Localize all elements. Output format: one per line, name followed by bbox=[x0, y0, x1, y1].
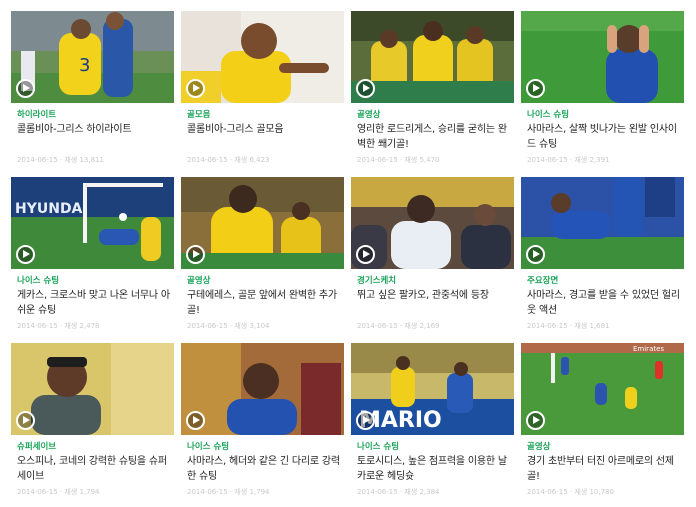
thumbnail-image bbox=[11, 343, 174, 435]
video-thumbnail[interactable] bbox=[351, 177, 514, 269]
video-card[interactable]: 골영상 영리한 로드리게스, 승리를 굳히는 완벽한 쐐기골! 2014-06-… bbox=[351, 11, 514, 169]
video-title[interactable]: 콜롬비아-그리스 골모음 bbox=[187, 122, 342, 152]
thumbnail-image bbox=[351, 11, 514, 103]
play-circle-icon[interactable] bbox=[186, 245, 205, 264]
video-category[interactable]: 나이스 슈팅 bbox=[17, 275, 172, 288]
video-meta: 2014-06-15 · 재생 2,478 bbox=[17, 322, 100, 330]
thumbnail-image bbox=[521, 11, 684, 103]
video-title[interactable]: 경기 초반부터 터진 아르메로의 선제골! bbox=[527, 454, 682, 484]
thumbnail-image bbox=[181, 343, 344, 435]
video-card[interactable]: 골모음 콜롬비아-그리스 골모음 2014-06-15 · 재생 6,423 bbox=[181, 11, 344, 169]
video-card[interactable]: MARIO 나이스 슈팅 토로시디스, 높은 점프력을 이용한 날카로운 헤딩슛… bbox=[351, 343, 514, 501]
video-card[interactable]: HYUNDAI 나이스 슈팅 게카스, 크로스바 맞고 나온 너무나 아쉬운 슈… bbox=[11, 177, 174, 335]
video-card[interactable]: 나이스 슈팅 사마라스, 헤더와 같은 긴 다리로 강력한 슈팅 2014-06… bbox=[181, 343, 344, 501]
play-circle-icon[interactable] bbox=[526, 245, 545, 264]
video-meta: 2014-06-15 · 재생 3,104 bbox=[187, 322, 270, 330]
video-title[interactable]: 사마라스, 헤더와 같은 긴 다리로 강력한 슈팅 bbox=[187, 454, 342, 484]
video-title[interactable]: 사마라스, 경고를 받을 수 있었던 헐리웃 액션 bbox=[527, 288, 682, 318]
video-category[interactable]: 주요장면 bbox=[527, 275, 682, 288]
play-circle-icon[interactable] bbox=[186, 79, 205, 98]
thumbnail-image: HYUNDAI bbox=[11, 177, 174, 269]
video-grid: 3 하이라이트 콜롬비아-그리스 하이라이트 2014-06-15 · 재생 1… bbox=[11, 11, 686, 501]
thumbnail-image bbox=[521, 177, 684, 269]
video-card[interactable]: 슈퍼세이브 오스피나, 코네의 강력한 슈팅을 슈퍼세이브 2014-06-15… bbox=[11, 343, 174, 501]
play-circle-icon[interactable] bbox=[16, 79, 35, 98]
play-circle-icon[interactable] bbox=[526, 79, 545, 98]
video-thumbnail[interactable]: HYUNDAI bbox=[11, 177, 174, 269]
video-card[interactable]: 3 하이라이트 콜롬비아-그리스 하이라이트 2014-06-15 · 재생 1… bbox=[11, 11, 174, 169]
video-card[interactable]: 경기스케치 뛰고 싶은 팔카오, 관중석에 등장 2014-06-15 · 재생… bbox=[351, 177, 514, 335]
video-meta: 2014-06-15 · 재생 2,391 bbox=[527, 156, 610, 164]
video-category[interactable]: 골영상 bbox=[527, 441, 682, 454]
video-meta: 2014-06-15 · 재생 2,169 bbox=[357, 322, 440, 330]
video-meta: 2014-06-15 · 재생 1,794 bbox=[17, 488, 100, 496]
video-title[interactable]: 콜롬비아-그리스 하이라이트 bbox=[17, 122, 172, 152]
video-meta: 2014-06-15 · 재생 10,780 bbox=[527, 488, 614, 496]
video-title[interactable]: 구테에레스, 골문 앞에서 완벽한 추가골! bbox=[187, 288, 342, 318]
video-meta: 2014-06-15 · 재생 6,423 bbox=[187, 156, 270, 164]
video-title[interactable]: 오스피나, 코네의 강력한 슈팅을 슈퍼세이브 bbox=[17, 454, 172, 484]
svg-text:3: 3 bbox=[79, 55, 90, 76]
play-circle-icon[interactable] bbox=[16, 411, 35, 430]
video-card[interactable]: 주요장면 사마라스, 경고를 받을 수 있었던 헐리웃 액션 2014-06-1… bbox=[521, 177, 684, 335]
video-thumbnail[interactable] bbox=[521, 11, 684, 103]
video-title[interactable]: 영리한 로드리게스, 승리를 굳히는 완벽한 쐐기골! bbox=[357, 122, 512, 152]
thumbnail-image bbox=[181, 11, 344, 103]
video-title[interactable]: 토로시디스, 높은 점프력을 이용한 날카로운 헤딩슛 bbox=[357, 454, 512, 484]
play-circle-icon[interactable] bbox=[186, 411, 205, 430]
video-thumbnail[interactable] bbox=[181, 11, 344, 103]
video-title[interactable]: 뛰고 싶은 팔카오, 관중석에 등장 bbox=[357, 288, 512, 318]
play-circle-icon[interactable] bbox=[356, 411, 375, 430]
video-card[interactable]: Emirates 골영상 경기 초반부터 터진 아르메로의 선제골! 2014-… bbox=[521, 343, 684, 501]
video-thumbnail[interactable] bbox=[351, 11, 514, 103]
video-category[interactable]: 경기스케치 bbox=[357, 275, 512, 288]
video-card[interactable]: 나이스 슈팅 사마라스, 살짝 빗나가는 왼발 인사이드 슈팅 2014-06-… bbox=[521, 11, 684, 169]
video-thumbnail[interactable] bbox=[521, 177, 684, 269]
video-thumbnail[interactable] bbox=[181, 177, 344, 269]
video-category[interactable]: 하이라이트 bbox=[17, 109, 172, 122]
video-category[interactable]: 나이스 슈팅 bbox=[357, 441, 512, 454]
video-thumbnail[interactable]: Emirates bbox=[521, 343, 684, 435]
video-title[interactable]: 사마라스, 살짝 빗나가는 왼발 인사이드 슈팅 bbox=[527, 122, 682, 152]
video-meta: 2014-06-15 · 재생 1,794 bbox=[187, 488, 270, 496]
video-meta: 2014-06-15 · 재생 1,681 bbox=[527, 322, 610, 330]
video-title[interactable]: 게카스, 크로스바 맞고 나온 너무나 아쉬운 슈팅 bbox=[17, 288, 172, 318]
play-circle-icon[interactable] bbox=[526, 411, 545, 430]
video-category[interactable]: 나이스 슈팅 bbox=[527, 109, 682, 122]
thumbnail-image: Emirates bbox=[521, 343, 684, 435]
play-circle-icon[interactable] bbox=[16, 245, 35, 264]
video-thumbnail[interactable]: MARIO bbox=[351, 343, 514, 435]
video-category[interactable]: 골영상 bbox=[187, 275, 342, 288]
thumbnail-image: 3 bbox=[11, 11, 174, 103]
video-category[interactable]: 골영상 bbox=[357, 109, 512, 122]
video-category[interactable]: 슈퍼세이브 bbox=[17, 441, 172, 454]
video-meta: 2014-06-15 · 재생 5,470 bbox=[357, 156, 440, 164]
video-thumbnail[interactable] bbox=[11, 343, 174, 435]
video-card[interactable]: 골영상 구테에레스, 골문 앞에서 완벽한 추가골! 2014-06-15 · … bbox=[181, 177, 344, 335]
video-meta: 2014-06-15 · 재생 2,384 bbox=[357, 488, 440, 496]
svg-text:Emirates: Emirates bbox=[633, 345, 664, 353]
video-meta: 2014-06-15 · 재생 13,811 bbox=[17, 156, 104, 164]
video-thumbnail[interactable] bbox=[181, 343, 344, 435]
video-category[interactable]: 골모음 bbox=[187, 109, 342, 122]
svg-text:HYUNDAI: HYUNDAI bbox=[15, 201, 88, 217]
thumbnail-image bbox=[351, 177, 514, 269]
thumbnail-image: MARIO bbox=[351, 343, 514, 435]
play-circle-icon[interactable] bbox=[356, 245, 375, 264]
video-category[interactable]: 나이스 슈팅 bbox=[187, 441, 342, 454]
video-thumbnail[interactable]: 3 bbox=[11, 11, 174, 103]
thumbnail-image bbox=[181, 177, 344, 269]
play-circle-icon[interactable] bbox=[356, 79, 375, 98]
